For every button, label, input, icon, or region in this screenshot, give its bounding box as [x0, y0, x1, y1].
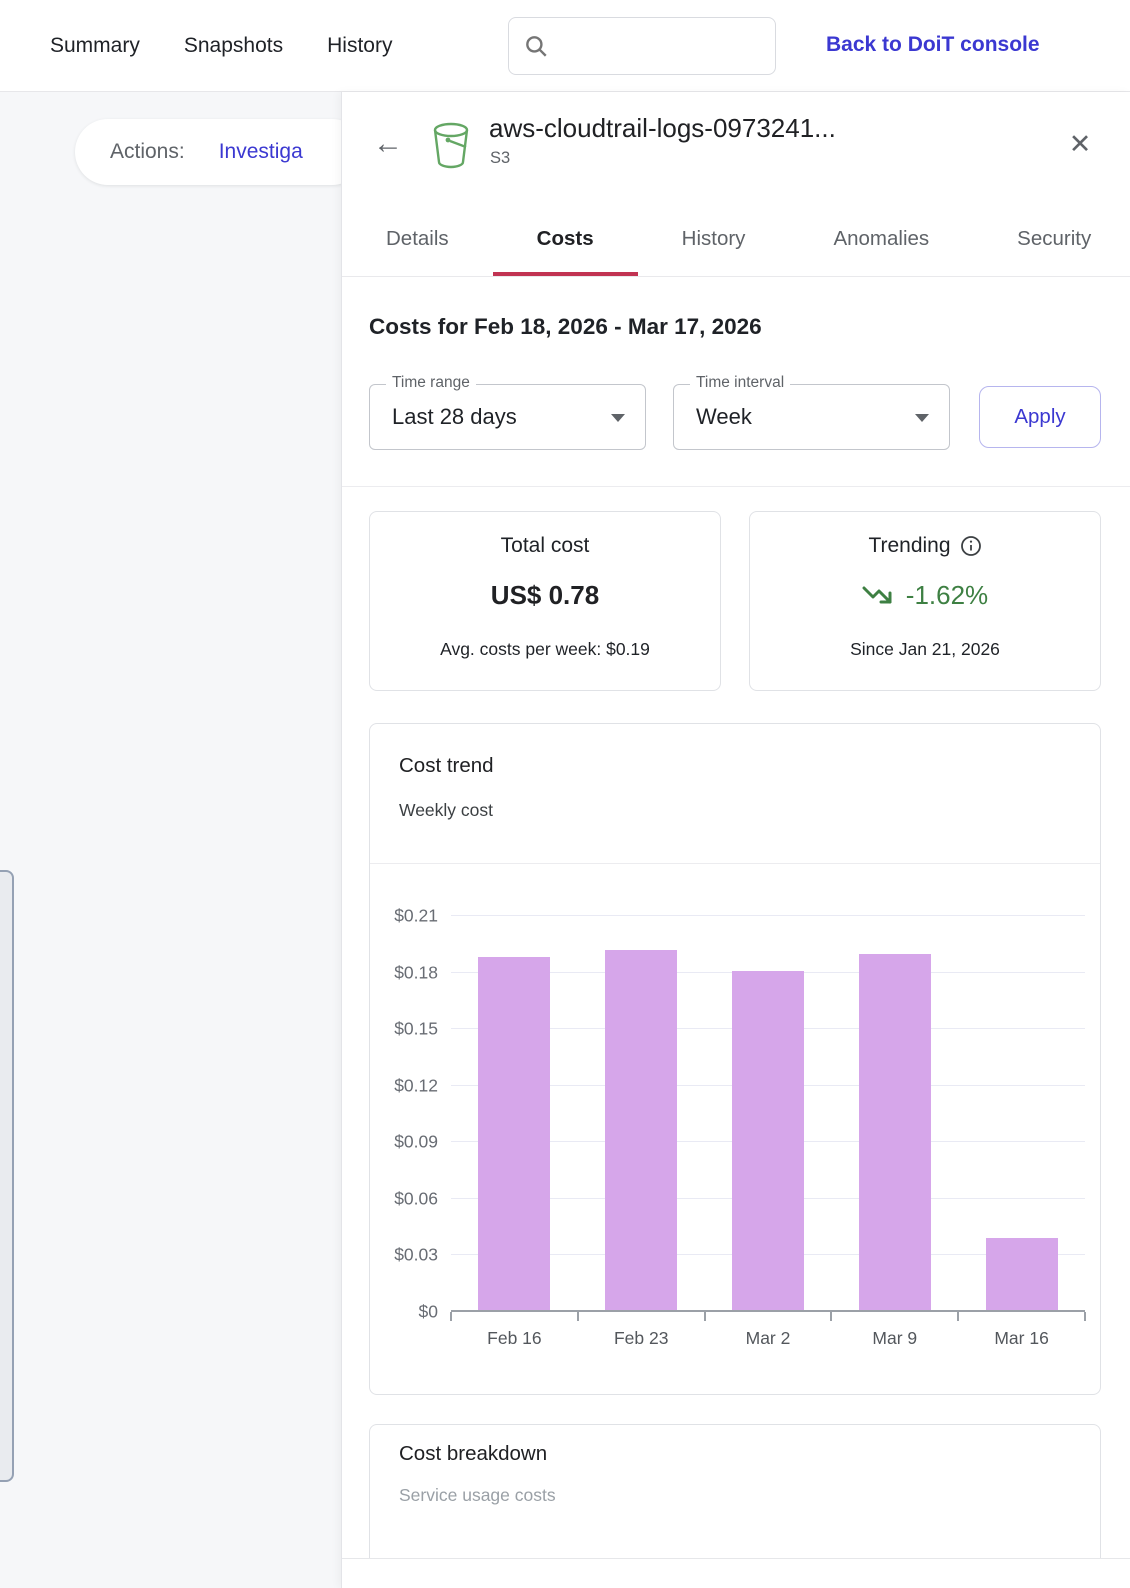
nav-item-history[interactable]: History — [327, 34, 392, 58]
x-axis-tick-label: Feb 16 — [487, 1328, 542, 1348]
cost-breakdown-title: Cost breakdown — [399, 1442, 548, 1465]
tab-history[interactable]: History — [638, 204, 790, 276]
top-nav: Summary Snapshots History — [50, 0, 392, 91]
section-divider — [342, 486, 1130, 487]
apply-button[interactable]: Apply — [979, 386, 1101, 448]
cost-bar-feb-23[interactable] — [605, 949, 678, 1310]
y-axis-tick-label: $0.03 — [394, 1244, 438, 1265]
bar-column: Mar 2 — [705, 884, 832, 1348]
x-axis-tick-label: Mar 9 — [872, 1328, 918, 1348]
info-icon[interactable] — [960, 535, 982, 557]
x-axis-tick-label: Mar 16 — [994, 1328, 1049, 1348]
tab-security[interactable]: Security — [973, 204, 1130, 276]
time-interval-value: Week — [696, 404, 752, 429]
x-axis-tick — [957, 1312, 960, 1321]
search-input[interactable] — [559, 18, 804, 74]
tab-anomalies[interactable]: Anomalies — [789, 204, 973, 276]
s3-bucket-icon — [430, 120, 474, 175]
close-icon[interactable]: ✕ — [1060, 124, 1100, 164]
cost-trend-plot: $0 $0.03 $0.06 $0.09 $0.12 $0.15 $0.18 $0.21 Feb… — [394, 884, 1086, 1348]
x-axis-tick — [830, 1312, 833, 1321]
actions-label: Actions: — [110, 140, 185, 163]
cost-trend-title: Cost trend — [399, 754, 494, 777]
chevron-down-icon — [915, 414, 929, 422]
cost-bar-feb-16[interactable] — [478, 957, 551, 1310]
trending-percent: -1.62% — [905, 580, 989, 610]
time-range-select[interactable]: Time range Last 28 days — [369, 374, 646, 450]
cost-trend-card: Cost trend Weekly cost $0 $0.03 $0.06 $0.09… — [369, 723, 1101, 1395]
nav-item-summary[interactable]: Summary — [50, 34, 140, 58]
time-range-label: Time range — [386, 374, 476, 392]
x-axis-tick — [450, 1312, 452, 1321]
trending-title-text: Trending — [868, 534, 951, 557]
y-axis-tick-label: $0.21 — [394, 905, 438, 926]
time-range-value: Last 28 days — [392, 404, 517, 429]
resource-drawer: ← aws-cloudtrail-logs-0973241... S3 ✕ De… — [341, 92, 1130, 1588]
back-to-console-link[interactable]: Back to DoiT console — [826, 33, 1040, 57]
top-bar: Summary Snapshots History Back to DoiT c… — [0, 0, 1130, 92]
drawer-subtitle: S3 — [490, 149, 511, 167]
search-icon — [526, 36, 547, 57]
drawer-header: ← aws-cloudtrail-logs-0973241... S3 ✕ — [342, 92, 1130, 204]
cost-trend-subtitle: Weekly cost — [399, 800, 494, 820]
x-axis-tick — [1084, 1312, 1086, 1321]
nav-item-snapshots[interactable]: Snapshots — [184, 34, 283, 58]
bar-column: Mar 16 — [958, 884, 1085, 1348]
total-cost-value: US$ 0.78 — [490, 580, 600, 610]
x-axis-tick-label: Feb 23 — [613, 1328, 669, 1348]
cost-breakdown-subtitle: Service usage costs — [399, 1485, 556, 1505]
x-axis-tick-label: Mar 2 — [745, 1328, 791, 1348]
avg-cost-per-week: Avg. costs per week: $0.19 — [440, 639, 650, 659]
investigate-action-link[interactable]: Investiga — [219, 140, 303, 164]
search-box[interactable] — [508, 17, 804, 75]
background-page: Actions: Investiga — [0, 92, 365, 1588]
drawer-title: aws-cloudtrail-logs-0973241... — [489, 113, 836, 143]
bar-column: Feb 16 — [451, 884, 578, 1348]
trending-card: Trending -1.62% Since Jan 21, 2026 — [749, 511, 1101, 691]
cost-bar-mar-2[interactable] — [731, 970, 804, 1310]
tab-costs[interactable]: Costs — [492, 204, 638, 276]
x-axis-tick — [703, 1312, 706, 1321]
trending-down-icon — [862, 586, 892, 603]
time-interval-select[interactable]: Time interval Week — [673, 374, 950, 450]
bar-column: Feb 23 — [578, 884, 705, 1348]
y-axis-tick-label: $0 — [418, 1301, 438, 1322]
card-divider — [370, 863, 1100, 864]
cost-bar-mar-9[interactable] — [858, 953, 931, 1310]
drawer-bottom-divider — [342, 1558, 1130, 1559]
cost-bar-mar-16[interactable] — [985, 1238, 1058, 1310]
chevron-down-icon — [611, 414, 625, 422]
cost-breakdown-card: Cost breakdown Service usage costs — [369, 1424, 1101, 1558]
time-interval-label: Time interval — [690, 374, 791, 392]
trending-title: Trending — [750, 534, 1100, 558]
y-axis-tick-label: $0.18 — [394, 962, 438, 983]
bar-column: Mar 9 — [831, 884, 958, 1348]
y-axis-tick-label: $0.12 — [394, 1075, 438, 1096]
x-axis-tick — [576, 1312, 579, 1321]
total-cost-title: Total cost — [500, 534, 590, 557]
tab-details[interactable]: Details — [342, 204, 493, 276]
costs-date-range-heading: Costs for Feb 18, 2026 - Mar 17, 2026 — [369, 314, 762, 339]
cutoff-panel-edge — [0, 870, 14, 1482]
trending-value: -1.62% — [750, 580, 1100, 611]
total-cost-card: Total cost US$ 0.78 Avg. costs per week:… — [369, 511, 721, 691]
y-axis-tick-label: $0.06 — [394, 1188, 438, 1209]
trending-since: Since Jan 21, 2026 — [850, 639, 1000, 659]
back-arrow-icon[interactable]: ← — [368, 124, 408, 164]
drawer-tabs: Details Costs History Anomalies Security — [342, 204, 1130, 277]
actions-pill: Actions: Investiga — [75, 119, 365, 185]
y-axis-tick-label: $0.09 — [394, 1131, 438, 1152]
y-axis-tick-label: $0.15 — [394, 1018, 438, 1039]
